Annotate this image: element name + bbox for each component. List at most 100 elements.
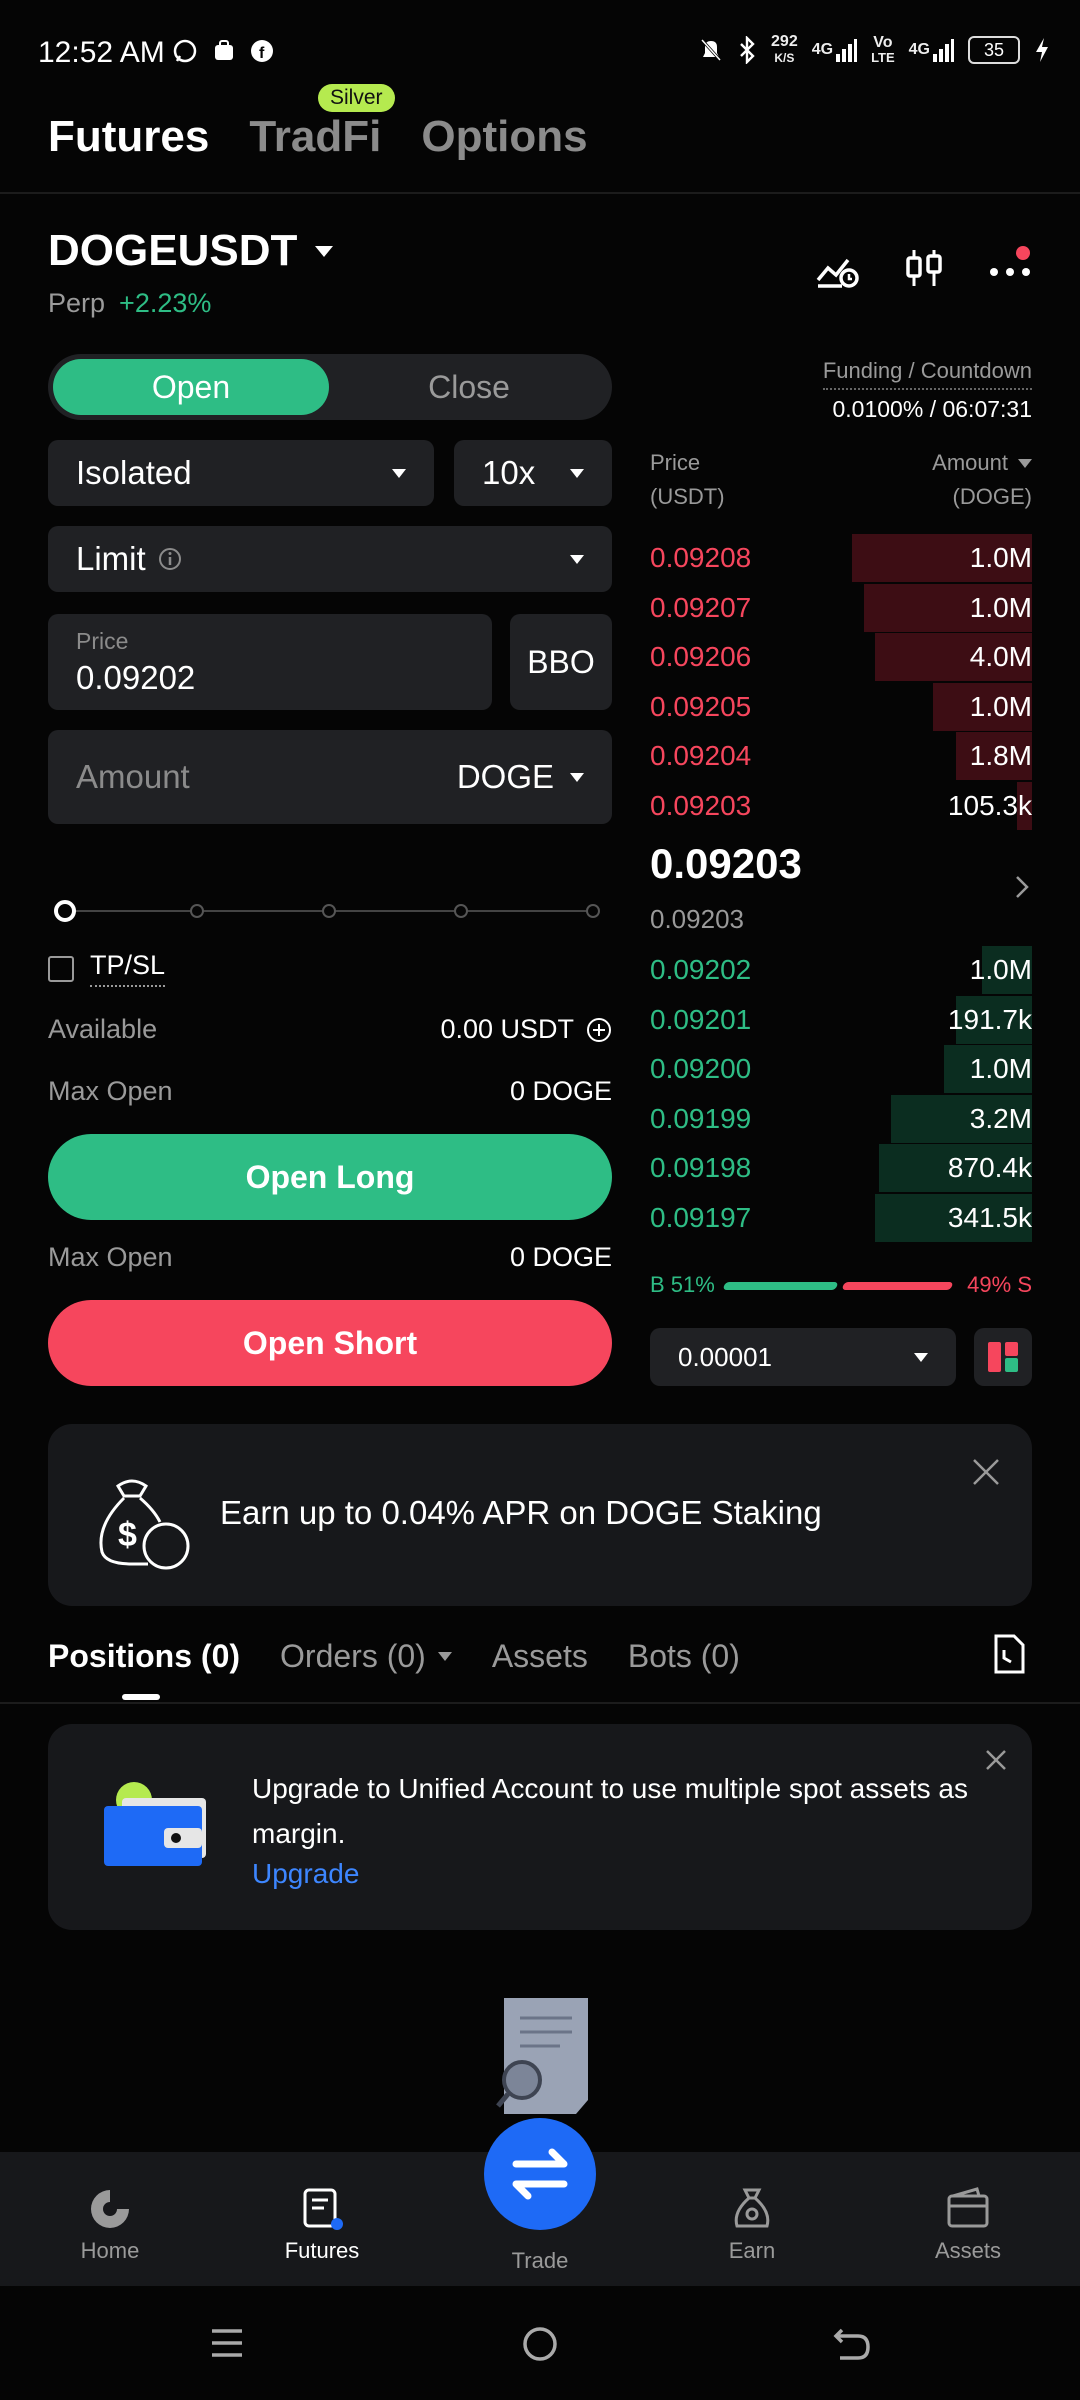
max-open-long-row: Max Open 0 DOGE — [48, 1076, 612, 1107]
price-input[interactable]: Price 0.09202 — [48, 614, 492, 710]
chevron-right-icon[interactable] — [1014, 874, 1030, 900]
ask-row[interactable]: 0.09205 1.0M — [650, 682, 1032, 731]
available-row: Available 0.00 USDT — [48, 1014, 612, 1045]
status-bar: 12:52 AM f 292 K/S 4G Vo LTE 4G 35 — [0, 0, 1080, 90]
price-column-header: Price (USDT) — [650, 446, 725, 514]
last-price[interactable]: 0.09203 — [650, 840, 802, 888]
tab-orders[interactable]: Orders (0) — [280, 1638, 452, 1675]
ask-row[interactable]: 0.09206 4.0M — [650, 633, 1032, 682]
price-header: Price — [650, 450, 701, 475]
symbol-meta: Perp +2.23% — [48, 288, 211, 319]
max-open-short-row: Max Open 0 DOGE — [48, 1242, 612, 1273]
bid-amount: 870.4k — [947, 1152, 1032, 1184]
bid-price: 0.09202 — [650, 954, 752, 985]
upgrade-link[interactable]: Upgrade — [252, 1858, 359, 1890]
sell-ratio-label: 49% S — [967, 1272, 1032, 1297]
nav-trade[interactable]: Trade — [460, 2248, 620, 2274]
earn-icon — [734, 2188, 770, 2228]
max-open-value: 0 DOGE — [509, 1242, 612, 1272]
slider-knob[interactable] — [54, 900, 76, 922]
bid-amount: 3.2M — [969, 1102, 1032, 1134]
positions-tabs: Positions (0) Orders (0) Assets Bots (0) — [48, 1638, 740, 1675]
ask-price: 0.09207 — [650, 591, 752, 623]
max-open-label: Max Open — [48, 1076, 173, 1106]
ask-row[interactable]: 0.09208 1.0M — [650, 534, 1032, 582]
ask-amount: 1.0M — [969, 690, 1032, 722]
tab-futures[interactable]: Futures — [48, 112, 209, 162]
price-unit: (USDT) — [650, 484, 725, 509]
tab-bots[interactable]: Bots (0) — [628, 1638, 740, 1675]
close-tab[interactable]: Close — [331, 359, 607, 415]
net-speed: 292 K/S — [771, 33, 798, 66]
margin-mode-select[interactable]: Isolated — [48, 440, 434, 506]
bid-row[interactable]: 0.09200 1.0M — [650, 1045, 1032, 1094]
symbol-name: DOGEUSDT — [48, 226, 298, 275]
futures-icon — [303, 2188, 343, 2230]
bid-row[interactable]: 0.09199 3.2M — [650, 1094, 1032, 1143]
facebook-icon: f — [251, 40, 273, 62]
battery-indicator: 35 — [968, 36, 1020, 64]
open-tab[interactable]: Open — [53, 359, 329, 415]
tpsl-checkbox[interactable] — [48, 955, 74, 982]
bid-row[interactable]: 0.09201 191.7k — [650, 995, 1032, 1044]
bid-row[interactable]: 0.09202 1.0M — [650, 946, 1032, 994]
trade-button[interactable] — [484, 2118, 596, 2230]
chevron-down-icon — [570, 468, 584, 478]
system-status: 292 K/S 4G Vo LTE 4G 35 — [699, 34, 1050, 66]
order-type-select[interactable]: Limit — [48, 526, 612, 592]
price-label: Price — [76, 628, 129, 654]
open-short-button[interactable]: Open Short — [48, 1300, 612, 1386]
close-icon[interactable] — [972, 1458, 1000, 1486]
funding-info[interactable]: Funding / Countdown 0.0100% / 06:07:31 — [822, 358, 1032, 423]
close-icon[interactable] — [984, 1748, 1008, 1772]
slider-tick[interactable] — [454, 904, 468, 918]
leverage-select[interactable]: 10x — [454, 440, 612, 506]
slider-tick[interactable] — [190, 904, 204, 918]
tab-orders-label: Orders (0) — [280, 1638, 426, 1674]
slider-tick[interactable] — [322, 904, 336, 918]
symbol-tools — [816, 248, 1032, 288]
tab-positions[interactable]: Positions (0) — [48, 1638, 240, 1675]
info-icon[interactable] — [158, 547, 182, 571]
margin-mode-value: Isolated — [76, 454, 192, 491]
amount-unit-select[interactable]: DOGE — [457, 758, 584, 796]
recent-apps-icon[interactable] — [210, 2326, 244, 2360]
bid-row[interactable]: 0.09197 341.5k — [650, 1194, 1032, 1242]
add-funds-icon[interactable] — [586, 1017, 612, 1043]
slider-tick[interactable] — [586, 904, 600, 918]
candlestick-chart-icon[interactable] — [904, 248, 944, 288]
ask-amount: 1.8M — [969, 740, 1032, 772]
price-alert-icon[interactable] — [816, 248, 860, 288]
precision-select[interactable]: 0.00001 — [650, 1328, 956, 1386]
book-layout-button[interactable] — [974, 1328, 1032, 1386]
nav-home[interactable]: Home — [30, 2186, 190, 2264]
tab-options[interactable]: Options — [421, 112, 587, 162]
amount-unit: (DOGE) — [952, 484, 1032, 509]
back-icon[interactable] — [832, 2326, 870, 2362]
amount-slider[interactable] — [54, 898, 602, 924]
bbo-button[interactable]: BBO — [510, 614, 612, 710]
tpsl-toggle[interactable]: TP/SL — [48, 950, 166, 987]
tab-assets[interactable]: Assets — [492, 1638, 588, 1675]
home-circle-icon[interactable] — [522, 2326, 558, 2362]
ask-row[interactable]: 0.09203 105.3k — [650, 782, 1032, 830]
nav-assets[interactable]: Assets — [888, 2186, 1048, 2264]
chevron-down-icon — [914, 1352, 928, 1362]
amount-column-header[interactable]: Amount (DOGE) — [932, 446, 1032, 514]
open-long-button[interactable]: Open Long — [48, 1134, 612, 1220]
bid-row[interactable]: 0.09198 870.4k — [650, 1144, 1032, 1193]
amount-input[interactable]: Amount DOGE — [48, 730, 612, 824]
ask-row[interactable]: 0.09207 1.0M — [650, 583, 1032, 632]
available-value-group: 0.00 USDT — [440, 1014, 612, 1045]
staking-promo-banner[interactable]: $ Earn up to 0.04% APR on DOGE Staking — [48, 1424, 1032, 1606]
available-value: 0.00 USDT — [440, 1014, 574, 1044]
tab-tradfi[interactable]: TradFi — [249, 112, 381, 162]
order-history-icon[interactable] — [992, 1634, 1026, 1674]
ask-price: 0.09204 — [650, 740, 752, 772]
nav-earn[interactable]: Earn — [672, 2186, 832, 2264]
ask-row[interactable]: 0.09204 1.8M — [650, 732, 1032, 781]
whatsapp-icon — [173, 39, 197, 63]
nav-futures[interactable]: Futures — [242, 2186, 402, 2264]
max-open-value: 0 DOGE — [509, 1076, 612, 1106]
symbol-selector[interactable]: DOGEUSDT — [48, 226, 334, 276]
